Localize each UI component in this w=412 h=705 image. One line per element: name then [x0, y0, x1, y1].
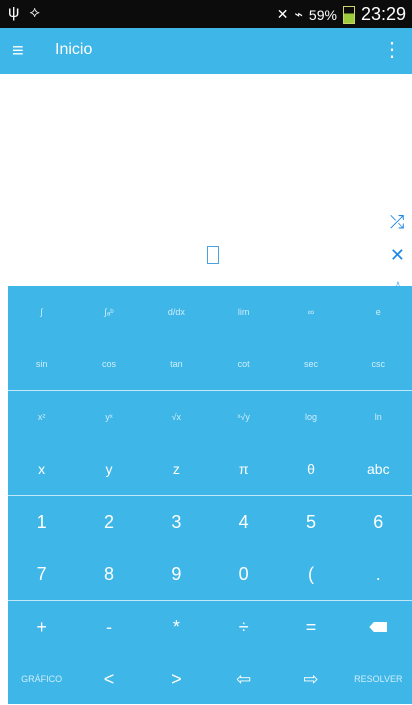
- key-cos[interactable]: cos: [75, 338, 142, 390]
- keypad-row-6: 7 8 9 0 ( .: [8, 548, 412, 600]
- key-9[interactable]: 9: [143, 548, 210, 600]
- key-z[interactable]: z: [143, 443, 210, 495]
- input-placeholder[interactable]: [207, 246, 219, 264]
- key-square[interactable]: x²: [8, 391, 75, 443]
- clock: 23:29: [360, 4, 406, 24]
- keypad-row-3: x² yˣ √x ˣ√y log ln: [8, 391, 412, 443]
- app-bar: ≡ Inicio ⋮: [0, 28, 412, 74]
- menu-icon[interactable]: ≡: [12, 40, 34, 62]
- keypad-row-5: 1 2 3 4 5 6: [8, 496, 412, 548]
- key-theta[interactable]: θ: [277, 443, 344, 495]
- key-5[interactable]: 5: [277, 496, 344, 548]
- usb-icon: ψ: [8, 4, 20, 21]
- key-pi[interactable]: π: [210, 443, 277, 495]
- close-icon[interactable]: ✕: [390, 245, 406, 266]
- divider: [8, 495, 412, 496]
- key-integral[interactable]: ∫: [8, 286, 75, 338]
- key-minus[interactable]: -: [75, 601, 142, 653]
- key-sec[interactable]: sec: [277, 338, 344, 390]
- backspace-icon: [369, 622, 388, 632]
- key-7[interactable]: 7: [8, 548, 75, 600]
- keypad-row-2: sin cos tan cot sec csc: [8, 338, 412, 390]
- key-tan[interactable]: tan: [143, 338, 210, 390]
- key-definite-integral[interactable]: ∫ₐᵇ: [75, 286, 142, 338]
- key-e[interactable]: e: [345, 286, 412, 338]
- battery-percent: 59%: [308, 6, 337, 23]
- divider: [8, 390, 412, 391]
- wifi-icon: ⌁: [294, 6, 303, 22]
- key-less-than[interactable]: <: [75, 653, 142, 705]
- keypad-row-7: + - * ÷ =: [8, 601, 412, 653]
- key-ln[interactable]: ln: [345, 391, 412, 443]
- key-3[interactable]: 3: [143, 496, 210, 548]
- more-vert-icon[interactable]: ⋮: [382, 38, 402, 62]
- key-equals[interactable]: =: [277, 601, 344, 653]
- shuffle-icon[interactable]: ⤮: [390, 212, 406, 233]
- keypad-row-1: ∫ ∫ₐᵇ d/dx lim ∞ e: [8, 286, 412, 338]
- key-6[interactable]: 6: [345, 496, 412, 548]
- key-divide[interactable]: ÷: [210, 601, 277, 653]
- divider: [8, 600, 412, 601]
- key-sqrt[interactable]: √x: [143, 391, 210, 443]
- solve-button[interactable]: RESOLVER: [345, 653, 412, 705]
- key-derivative[interactable]: d/dx: [143, 286, 210, 338]
- key-power[interactable]: yˣ: [75, 391, 142, 443]
- cursor-left-button[interactable]: ⇦: [210, 653, 277, 705]
- keypad-row-4: x y z π θ abc: [8, 443, 412, 495]
- backspace-key[interactable]: [345, 601, 412, 653]
- key-y[interactable]: y: [75, 443, 142, 495]
- key-decimal[interactable]: .: [345, 548, 412, 600]
- dropbox-icon: ⟡: [29, 4, 40, 21]
- key-multiply[interactable]: *: [143, 601, 210, 653]
- graph-button[interactable]: GRÁFICO: [8, 653, 75, 705]
- keypad: ∫ ∫ₐᵇ d/dx lim ∞ e sin cos tan cot sec c…: [8, 286, 412, 704]
- key-infinity[interactable]: ∞: [277, 286, 344, 338]
- key-nth-root[interactable]: ˣ√y: [210, 391, 277, 443]
- key-abc[interactable]: abc: [345, 443, 412, 495]
- mute-icon: ✕: [276, 6, 289, 22]
- key-csc[interactable]: csc: [345, 338, 412, 390]
- status-bar: ψ ⟡ ✕ ⌁ 59% 23:29: [0, 0, 412, 28]
- key-0[interactable]: 0: [210, 548, 277, 600]
- key-greater-than[interactable]: >: [143, 653, 210, 705]
- key-8[interactable]: 8: [75, 548, 142, 600]
- key-open-paren[interactable]: (: [277, 548, 344, 600]
- cursor-right-button[interactable]: ⇨: [277, 653, 344, 705]
- page-title: Inicio: [55, 41, 93, 58]
- key-log[interactable]: log: [277, 391, 344, 443]
- battery-icon: [342, 5, 355, 24]
- key-x[interactable]: x: [8, 443, 75, 495]
- key-4[interactable]: 4: [210, 496, 277, 548]
- key-plus[interactable]: +: [8, 601, 75, 653]
- keypad-row-8: GRÁFICO < > ⇦ ⇨ RESOLVER: [8, 653, 412, 705]
- key-1[interactable]: 1: [8, 496, 75, 548]
- key-sin[interactable]: sin: [8, 338, 75, 390]
- key-limit[interactable]: lim: [210, 286, 277, 338]
- key-2[interactable]: 2: [75, 496, 142, 548]
- expression-workspace[interactable]: ⤮ ✕ ☆: [0, 74, 412, 298]
- key-cot[interactable]: cot: [210, 338, 277, 390]
